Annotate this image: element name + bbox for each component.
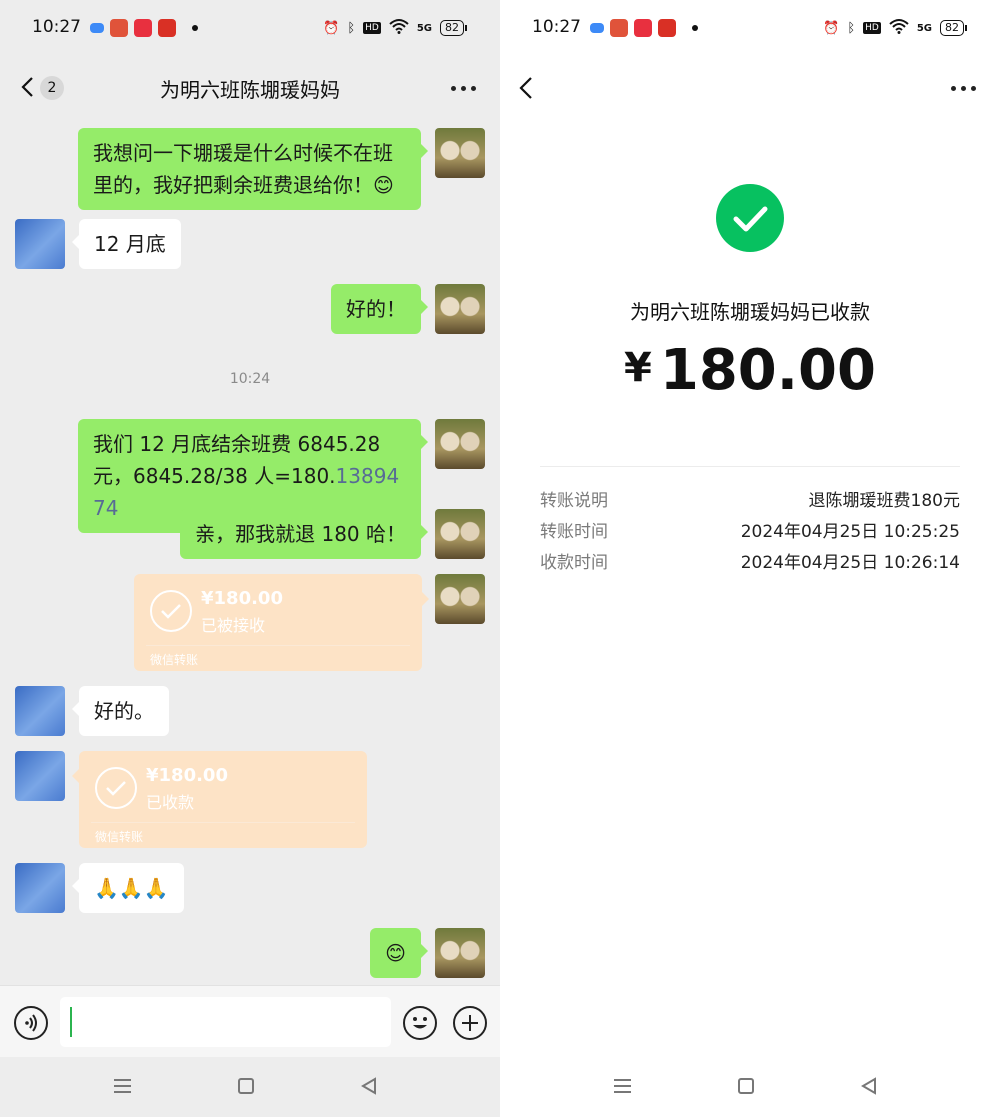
contact-avatar[interactable] [15, 219, 65, 269]
battery-indicator: 82 [440, 20, 467, 36]
message-input[interactable] [60, 997, 391, 1047]
notification-app-icons [590, 19, 698, 37]
more-notifications-icon [192, 25, 198, 31]
status-time: 10:27 [32, 17, 81, 37]
detail-key: 转账时间 [540, 522, 608, 542]
message-app-icon [90, 23, 104, 33]
amount-value: 180.00 [659, 338, 876, 403]
5g-signal-icon: 5G [416, 22, 432, 34]
message-bubble-received[interactable]: 好的。 [72, 686, 169, 736]
battery-indicator: 82 [940, 20, 967, 36]
message-bubble-sent[interactable]: 😊 [370, 928, 428, 978]
chat-screen: 10:27 ⏰ ᛒ HD 5G 82 2 为明六班陈堋瑗妈妈 我想问一下堋瑗是什… [0, 0, 500, 1117]
back-chevron-icon[interactable] [518, 76, 534, 100]
currency-symbol: ¥ [624, 345, 652, 391]
status-time: 10:27 [532, 17, 581, 37]
system-nav-bar [0, 1057, 500, 1117]
more-options-icon[interactable] [951, 86, 976, 91]
receipt-amount: ¥180.00 [500, 338, 1000, 403]
hd-icon: HD [363, 22, 381, 34]
detail-row-transfer-time: 转账时间 2024年04月25日 10:25:25 [540, 517, 960, 542]
back-triangle-icon[interactable] [360, 1077, 378, 1095]
contact-avatar[interactable] [15, 686, 65, 736]
wifi-icon [889, 18, 909, 38]
bluetooth-icon: ᛒ [847, 20, 856, 36]
receipt-divider [540, 466, 960, 467]
game-app-icon [110, 19, 128, 37]
bluetooth-icon: ᛒ [347, 20, 356, 36]
transfer-amount: ¥180.00 [201, 588, 283, 609]
alarm-icon: ⏰ [323, 20, 340, 36]
status-bar: 10:27 ⏰ ᛒ HD 5G 82 [0, 0, 500, 58]
transfer-card-received[interactable]: ¥180.00 已收款 微信转账 [72, 751, 367, 848]
detail-key: 转账说明 [540, 491, 608, 511]
transfer-status: 已收款 [146, 793, 195, 812]
more-notifications-icon [692, 25, 698, 31]
text-caret [70, 1007, 72, 1037]
detail-value: 2024年04月25日 10:25:25 [740, 522, 960, 542]
detail-row-description: 转账说明 退陈堋瑗班费180元 [540, 486, 960, 511]
notification-app-icons [90, 19, 198, 37]
detail-row-received-time: 收款时间 2024年04月25日 10:26:14 [540, 548, 960, 573]
message-bubble-received[interactable]: 🙏🙏🙏 [72, 863, 184, 913]
transfer-status: 已被接收 [201, 616, 266, 635]
message-bubble-received[interactable]: 12 月底 [72, 219, 181, 269]
message-bubble-sent[interactable]: 好的！ [331, 284, 428, 334]
5g-signal-icon: 5G [916, 22, 932, 34]
listen-app-icon [658, 19, 676, 37]
transfer-divider [91, 822, 355, 823]
chat-input-bar [0, 985, 500, 1057]
transfer-divider [146, 645, 410, 646]
home-icon[interactable] [238, 1078, 254, 1094]
detail-key: 收款时间 [540, 553, 608, 573]
status-indicators: ⏰ ᛒ HD 5G 82 [323, 18, 467, 38]
chat-header: 2 为明六班陈堋瑗妈妈 [0, 58, 500, 116]
voice-input-icon[interactable] [14, 1006, 48, 1040]
message-app-icon [590, 23, 604, 33]
recent-apps-icon[interactable] [614, 1079, 631, 1093]
transfer-check-icon [95, 767, 137, 809]
emoji-icon[interactable] [403, 1006, 437, 1040]
my-avatar[interactable] [435, 128, 485, 178]
my-avatar[interactable] [435, 419, 485, 469]
my-avatar[interactable] [435, 284, 485, 334]
transfer-check-icon [150, 590, 192, 632]
recent-apps-icon[interactable] [114, 1079, 131, 1093]
my-avatar[interactable] [435, 574, 485, 624]
system-nav-bar [500, 1057, 1000, 1117]
chat-title: 为明六班陈堋瑗妈妈 [160, 78, 340, 102]
home-icon[interactable] [738, 1078, 754, 1094]
alarm-icon: ⏰ [823, 20, 840, 36]
receipt-title: 为明六班陈堋瑗妈妈已收款 [630, 300, 870, 324]
more-actions-plus-icon[interactable] [453, 1006, 487, 1040]
message-bubble-sent[interactable]: 我想问一下堋瑗是什么时候不在班里的，我好把剩余班费退给你！😊 [78, 128, 428, 210]
my-avatar[interactable] [435, 509, 485, 559]
my-avatar[interactable] [435, 928, 485, 978]
detail-value: 2024年04月25日 10:26:14 [740, 553, 960, 573]
video-app-icon [134, 19, 152, 37]
chat-time-separator: 10:24 [229, 371, 271, 387]
transfer-receipt-screen: 10:27 ⏰ ᛒ HD 5G 82 为明六班陈堋瑗妈妈已收款 ¥180.00 … [500, 0, 1000, 1117]
wifi-icon [389, 18, 409, 38]
transfer-label: 微信转账 [150, 653, 199, 667]
detail-value: 退陈堋瑗班费180元 [808, 491, 960, 511]
success-check-icon [716, 184, 784, 252]
contact-avatar[interactable] [15, 863, 65, 913]
status-bar: 10:27 ⏰ ᛒ HD 5G 82 [500, 0, 1000, 58]
transfer-amount: ¥180.00 [146, 765, 228, 786]
contact-avatar[interactable] [15, 751, 65, 801]
game-app-icon [610, 19, 628, 37]
video-app-icon [634, 19, 652, 37]
status-indicators: ⏰ ᛒ HD 5G 82 [823, 18, 967, 38]
hd-icon: HD [863, 22, 881, 34]
transfer-card-sent[interactable]: ¥180.00 已被接收 微信转账 [134, 574, 429, 671]
listen-app-icon [158, 19, 176, 37]
transfer-label: 微信转账 [95, 830, 144, 844]
back-triangle-icon[interactable] [860, 1077, 878, 1095]
more-options-icon[interactable] [451, 86, 476, 91]
message-bubble-sent[interactable]: 亲，那我就退 180 哈！ [180, 509, 428, 559]
